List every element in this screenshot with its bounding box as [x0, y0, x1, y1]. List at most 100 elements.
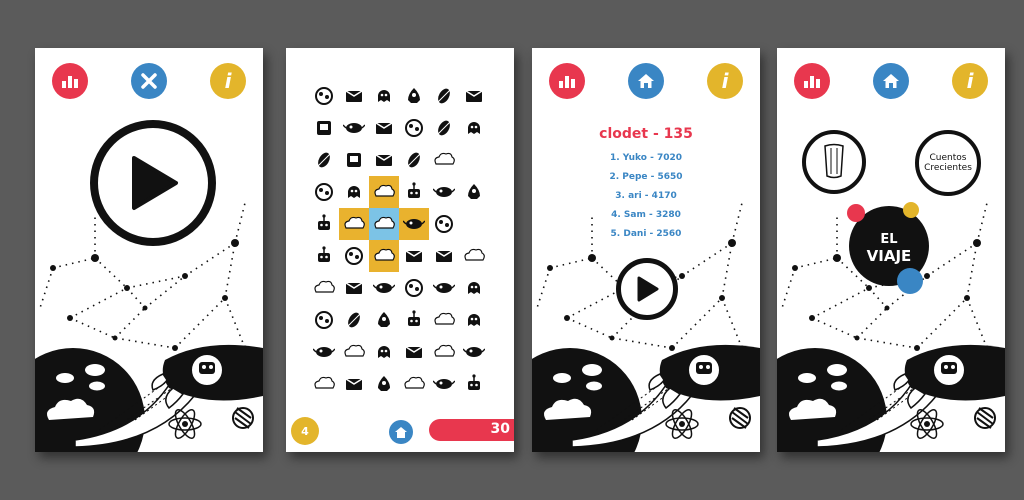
- puzzle-tile[interactable]: [431, 115, 457, 141]
- puzzle-tile[interactable]: [461, 339, 487, 365]
- leaf-icon: [315, 150, 333, 170]
- puzzle-tile[interactable]: [311, 339, 337, 365]
- home-button[interactable]: [873, 63, 909, 99]
- puzzle-tile[interactable]: [401, 243, 427, 269]
- puzzle-tile[interactable]: [341, 147, 367, 173]
- puzzle-tile[interactable]: [371, 147, 397, 173]
- ranking-button[interactable]: [549, 63, 585, 99]
- info-button[interactable]: i: [210, 63, 246, 99]
- ranking-row: 5. Dani - 2560: [610, 229, 682, 239]
- puzzle-tile[interactable]: [311, 211, 337, 237]
- puzzle-tile[interactable]: [431, 339, 457, 365]
- bag-icon: [345, 90, 363, 103]
- puzzle-tile[interactable]: [401, 371, 427, 397]
- bug-icon: [433, 186, 455, 198]
- score-bar: 30: [429, 419, 514, 441]
- puzzle-tile[interactable]: [461, 307, 487, 333]
- cloud-icon: [434, 152, 455, 165]
- puzzle-tile[interactable]: [311, 179, 337, 205]
- info-icon: i: [966, 69, 974, 93]
- puzzle-tile[interactable]: [341, 371, 367, 397]
- puzzle-tile[interactable]: [341, 179, 367, 205]
- puzzle-tile[interactable]: [371, 115, 397, 141]
- player-score-title: clodet - 135: [599, 126, 693, 142]
- puzzle-tile[interactable]: [431, 83, 457, 109]
- puzzle-tile[interactable]: [461, 179, 487, 205]
- puzzle-tile[interactable]: [311, 275, 337, 301]
- puzzle-tile[interactable]: [371, 339, 397, 365]
- play-icon: [637, 276, 659, 302]
- ghost-icon: [468, 314, 480, 326]
- bag-icon: [345, 378, 363, 391]
- puzzle-tile[interactable]: [341, 83, 367, 109]
- puzzle-tile[interactable]: [431, 243, 457, 269]
- puzzle-tile[interactable]: [341, 275, 367, 301]
- play-icon: [132, 156, 178, 210]
- play-button[interactable]: [616, 258, 678, 320]
- puzzle-tile[interactable]: [401, 339, 427, 365]
- puzzle-tile[interactable]: [401, 147, 427, 173]
- home-button[interactable]: [389, 420, 413, 444]
- info-button[interactable]: i: [707, 63, 743, 99]
- puzzle-tile[interactable]: [311, 147, 337, 173]
- puzzle-tile[interactable]: [399, 208, 429, 240]
- puzzle-tile[interactable]: [401, 179, 427, 205]
- el-viaje-line2: VIAJE: [866, 246, 912, 265]
- puzzle-tile[interactable]: [341, 115, 367, 141]
- puzzle-grid[interactable]: [311, 83, 491, 433]
- puzzle-tile[interactable]: [341, 307, 367, 333]
- promo-app-cuentos[interactable]: Cuentos Crecientes: [915, 130, 981, 196]
- ranking-button[interactable]: [52, 63, 88, 99]
- puzzle-tile[interactable]: [401, 115, 427, 141]
- bag-icon: [405, 346, 423, 359]
- puzzle-tile[interactable]: [401, 275, 427, 301]
- puzzle-tile[interactable]: [401, 83, 427, 109]
- puzzle-tile[interactable]: [371, 275, 397, 301]
- puzzle-tile[interactable]: [339, 208, 369, 240]
- info-button[interactable]: i: [952, 63, 988, 99]
- puzzle-tile[interactable]: [369, 176, 399, 208]
- puzzle-tile[interactable]: [311, 243, 337, 269]
- close-button[interactable]: [131, 63, 167, 99]
- puzzle-tile[interactable]: [461, 115, 487, 141]
- puzzle-tile[interactable]: [431, 275, 457, 301]
- promo-app-left[interactable]: [802, 130, 866, 194]
- bug-icon: [463, 346, 485, 358]
- puzzle-tile[interactable]: [311, 83, 337, 109]
- puzzle-tile[interactable]: [371, 307, 397, 333]
- puzzle-tile[interactable]: [401, 307, 427, 333]
- el-viaje-logo[interactable]: EL VIAJE: [847, 202, 929, 294]
- skull-icon: [315, 87, 333, 105]
- puzzle-tile[interactable]: [461, 83, 487, 109]
- cloud-icon: [344, 216, 365, 229]
- puzzle-tile[interactable]: [369, 208, 399, 240]
- puzzle-tile[interactable]: [461, 371, 487, 397]
- puzzle-tile[interactable]: [371, 83, 397, 109]
- el-viaje-line1: EL: [880, 231, 898, 247]
- puzzle-tile[interactable]: [461, 243, 487, 269]
- puzzle-tile[interactable]: [431, 179, 457, 205]
- ranking-row: 4. Sam - 3280: [611, 210, 681, 220]
- cloud-icon: [404, 376, 425, 389]
- puzzle-tile[interactable]: [431, 371, 457, 397]
- puzzle-tile[interactable]: [341, 243, 367, 269]
- ranking-button[interactable]: [794, 63, 830, 99]
- puzzle-tile[interactable]: [431, 147, 457, 173]
- puzzle-tile[interactable]: [311, 371, 337, 397]
- puzzle-tile[interactable]: [369, 240, 399, 272]
- bug-icon: [403, 218, 425, 230]
- puzzle-tile[interactable]: [431, 307, 457, 333]
- home-button[interactable]: [628, 63, 664, 99]
- puzzle-tile[interactable]: [431, 211, 457, 237]
- puzzle-tile[interactable]: [311, 115, 337, 141]
- cloud-icon: [464, 248, 485, 261]
- puzzle-tile[interactable]: [311, 307, 337, 333]
- puzzle-tile[interactable]: [461, 275, 487, 301]
- play-button[interactable]: [90, 120, 216, 246]
- robot-icon: [407, 309, 421, 327]
- level-number: 4: [301, 424, 309, 438]
- puzzle-tile[interactable]: [341, 339, 367, 365]
- ghost-icon: [468, 282, 480, 294]
- puzzle-tile[interactable]: [371, 371, 397, 397]
- screen-ranking: i clodet - 135 1. Yuko - 7020 2. Pepe - …: [532, 48, 760, 452]
